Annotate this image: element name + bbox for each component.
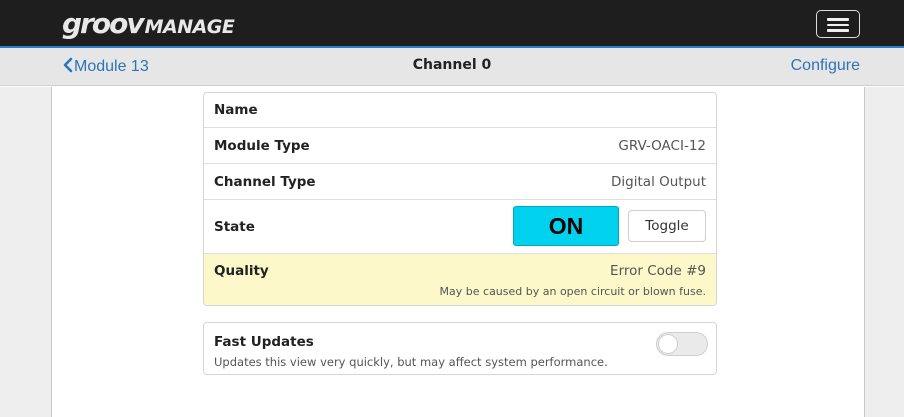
fast-updates-toggle-switch[interactable] (656, 332, 708, 356)
logo-manage: MANAGE (144, 16, 235, 38)
nav-bar: Module 13 Channel 0 Configure (0, 48, 904, 86)
fast-updates-description: Updates this view very quickly, but may … (214, 355, 608, 369)
groov-manage-logo: groov MANAGE (62, 7, 235, 40)
quality-error-code: Error Code #9 (610, 263, 706, 279)
right-gutter (864, 87, 904, 417)
module-type-row: Module Type GRV-OACI-12 (204, 128, 716, 164)
switch-knob (658, 334, 678, 354)
configure-link[interactable]: Configure (791, 57, 860, 75)
toggle-button[interactable]: Toggle (628, 210, 706, 242)
logo-groov: groov (62, 7, 145, 40)
fast-updates-label: Fast Updates (214, 334, 314, 350)
hamburger-menu-icon[interactable] (816, 10, 860, 38)
name-row: Name (204, 93, 716, 128)
name-label: Name (214, 102, 258, 118)
fast-updates-panel: Fast Updates Updates this view very quic… (203, 322, 717, 375)
left-gutter (0, 87, 52, 417)
top-bar: groov MANAGE (0, 0, 904, 46)
state-label: State (214, 219, 255, 235)
page-title: Channel 0 (412, 57, 492, 73)
channel-details-panel: Name Module Type GRV-OACI-12 Channel Typ… (203, 92, 717, 306)
quality-row: Quality Error Code #9 May be caused by a… (204, 254, 716, 305)
quality-note: May be caused by an open circuit or blow… (439, 285, 706, 298)
channel-type-row: Channel Type Digital Output (204, 164, 716, 200)
module-type-label: Module Type (214, 138, 310, 154)
channel-type-value: Digital Output (611, 174, 706, 190)
module-type-value: GRV-OACI-12 (618, 138, 706, 154)
state-row: State ON Toggle (204, 200, 716, 254)
channel-type-label: Channel Type (214, 174, 316, 190)
quality-label: Quality (214, 263, 269, 279)
state-indicator: ON (513, 206, 619, 246)
